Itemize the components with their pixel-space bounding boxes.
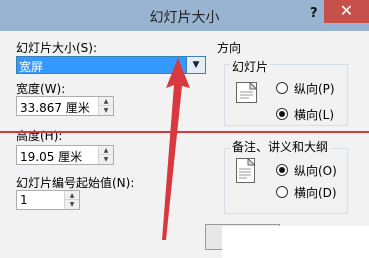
spin-up-icon[interactable]: ▲ bbox=[99, 97, 113, 106]
help-button[interactable]: ? bbox=[310, 6, 318, 21]
slides-group-label: 幻灯片 bbox=[230, 58, 271, 75]
notes-page-icon bbox=[236, 158, 256, 183]
height-spinner[interactable]: 19.05 厘米 ▲ ▼ bbox=[16, 145, 114, 165]
orientation-label: 方向 bbox=[217, 41, 242, 55]
slides-portrait-label[interactable]: 纵向(P) bbox=[294, 80, 335, 97]
slides-portrait-radio[interactable] bbox=[276, 82, 288, 94]
occlusion-patch bbox=[222, 226, 369, 258]
number-spin-buttons: ▲ ▼ bbox=[64, 191, 79, 209]
number-start-value: 1 bbox=[20, 193, 28, 207]
slides-landscape-label[interactable]: 横向(L) bbox=[294, 106, 334, 123]
slide-size-value: 宽屏 bbox=[19, 60, 44, 74]
slide-size-label: 幻灯片大小(S): bbox=[16, 41, 98, 55]
spin-down-icon[interactable]: ▼ bbox=[99, 155, 113, 164]
notes-group-label: 备注、讲义和大纲 bbox=[230, 138, 331, 155]
title-bar: 幻灯片大小 ? ✕ bbox=[0, 0, 369, 31]
notes-landscape-radio[interactable] bbox=[276, 186, 288, 198]
slides-landscape-radio[interactable] bbox=[276, 108, 288, 120]
width-spinner[interactable]: 33.867 厘米 ▲ ▼ bbox=[16, 96, 114, 116]
width-label: 宽度(W): bbox=[16, 82, 66, 96]
width-spin-buttons: ▲ ▼ bbox=[98, 97, 113, 115]
number-start-spinner[interactable]: 1 ▲ ▼ bbox=[16, 190, 80, 210]
spin-up-icon[interactable]: ▲ bbox=[65, 191, 79, 200]
close-button[interactable]: ✕ bbox=[324, 0, 369, 23]
height-label: 高度(H): bbox=[16, 129, 63, 143]
notes-portrait-label[interactable]: 纵向(O) bbox=[294, 162, 337, 179]
notes-portrait-radio[interactable] bbox=[276, 164, 288, 176]
width-value: 33.867 厘米 bbox=[20, 101, 90, 115]
height-spin-buttons: ▲ ▼ bbox=[98, 146, 113, 164]
spin-down-icon[interactable]: ▼ bbox=[99, 106, 113, 115]
number-start-label: 幻灯片编号起始值(N): bbox=[16, 176, 135, 190]
annotation-arrow bbox=[162, 58, 190, 240]
spin-down-icon[interactable]: ▼ bbox=[65, 200, 79, 209]
spin-up-icon[interactable]: ▲ bbox=[99, 146, 113, 155]
height-value: 19.05 厘米 bbox=[20, 150, 83, 164]
slide-page-icon bbox=[236, 82, 258, 103]
notes-landscape-label[interactable]: 横向(D) bbox=[294, 184, 337, 201]
